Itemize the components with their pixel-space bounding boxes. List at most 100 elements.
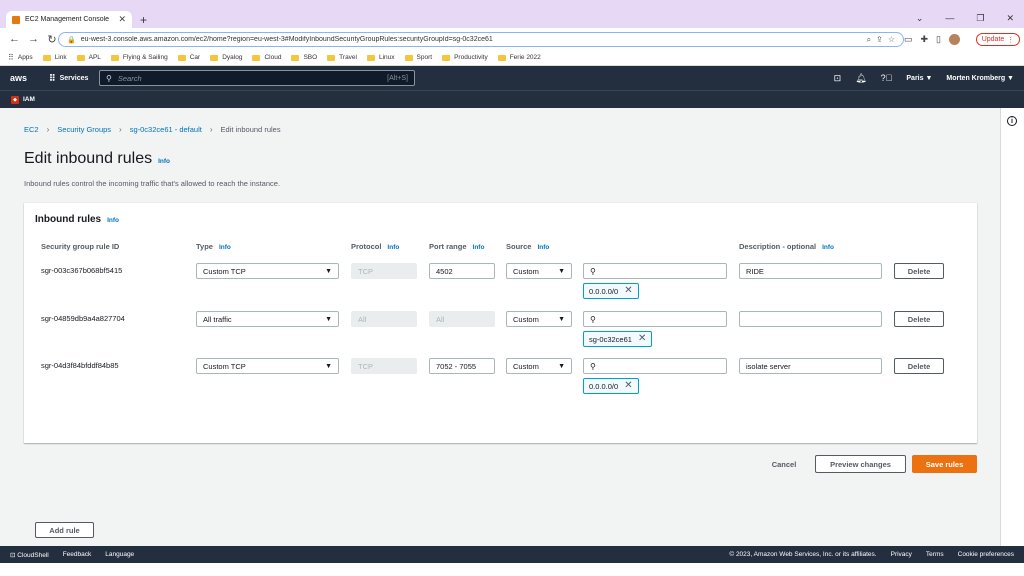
bookmark-folder[interactable]: Car xyxy=(177,54,200,61)
source-info-link[interactable]: Info xyxy=(537,244,549,251)
description-input[interactable] xyxy=(739,311,882,327)
footer-right: © 2023, Amazon Web Services, Inc. or its… xyxy=(729,551,1014,558)
description-input[interactable]: RIDE xyxy=(739,263,882,279)
share-icon[interactable]: ⇪ xyxy=(876,35,883,44)
bookmark-folder[interactable]: Linux xyxy=(367,54,395,61)
back-icon[interactable]: ← xyxy=(9,33,20,45)
cancel-button[interactable]: Cancel xyxy=(762,456,806,472)
breadcrumb-security-groups[interactable]: Security Groups xyxy=(57,125,111,134)
address-bar[interactable]: 🔒 eu-west-3.console.aws.amazon.com/ec2/h… xyxy=(58,32,904,47)
folder-icon xyxy=(177,54,186,61)
remove-token-icon[interactable]: ✕ xyxy=(624,381,632,391)
protocol-value: TCP xyxy=(358,266,373,276)
port-info-link[interactable]: Info xyxy=(473,244,485,251)
preview-changes-button[interactable]: Preview changes xyxy=(815,455,906,473)
terms-link[interactable]: Terms xyxy=(926,551,944,558)
services-menu[interactable]: ⠿ Services xyxy=(49,73,88,84)
profile-avatar[interactable] xyxy=(949,34,960,45)
forward-icon[interactable]: → xyxy=(28,33,39,45)
col-type: Type Info xyxy=(196,242,231,251)
description-input[interactable]: isolate server xyxy=(739,358,882,374)
cloudshell-icon[interactable]: ⊡ xyxy=(834,73,842,84)
aws-favorites-bar: ◆ IAM xyxy=(0,90,1024,108)
aws-search-input[interactable]: ⚲ Search [Alt+S] xyxy=(99,70,415,86)
col-rule-id: Security group rule ID xyxy=(41,242,119,251)
bookmark-folder[interactable]: Cloud xyxy=(252,54,281,61)
type-select[interactable]: All traffic ▼ xyxy=(196,311,339,327)
port-range-input[interactable]: 4502 xyxy=(429,263,495,279)
source-select[interactable]: Custom ▼ xyxy=(506,311,572,327)
source-value: Custom xyxy=(513,314,539,324)
page-info-link[interactable]: Info xyxy=(158,158,170,165)
zoom-icon[interactable]: ⌕ xyxy=(867,35,871,45)
bookmark-folder[interactable]: APL xyxy=(76,54,101,61)
breadcrumb-ec2[interactable]: EC2 xyxy=(24,125,39,134)
bell-icon[interactable]: 🔔︎ xyxy=(855,73,866,84)
type-select[interactable]: Custom TCP ▼ xyxy=(196,263,339,279)
rule-id: sgr-003c367b068bf5415 xyxy=(41,266,123,275)
extension-icon[interactable]: ▭ xyxy=(904,34,913,45)
panel-info-link[interactable]: Info xyxy=(107,217,119,224)
lock-icon[interactable]: 🔒 xyxy=(67,36,76,44)
close-window-icon[interactable]: ✕ xyxy=(1006,13,1014,24)
type-select[interactable]: Custom TCP ▼ xyxy=(196,358,339,374)
save-rules-button[interactable]: Save rules xyxy=(912,455,977,473)
bookmark-apps[interactable]: ⠿ Apps xyxy=(8,53,33,62)
bookmark-folder[interactable]: Productivity xyxy=(442,54,488,61)
type-info-link[interactable]: Info xyxy=(219,244,231,251)
aws-logo[interactable]: aws xyxy=(10,73,27,83)
puzzle-icon[interactable]: ✚ xyxy=(921,34,929,45)
port-range-input: All xyxy=(429,311,495,327)
col-type-label: Type xyxy=(196,242,213,251)
source-select[interactable]: Custom ▼ xyxy=(506,358,572,374)
port-value: 4502 xyxy=(436,266,453,276)
description-info-link[interactable]: Info xyxy=(822,244,834,251)
source-search-input[interactable]: ⚲ xyxy=(583,263,727,279)
source-search-input[interactable]: ⚲ xyxy=(583,311,727,327)
protocol-info-link[interactable]: Info xyxy=(387,244,399,251)
bookmark-label: SBO xyxy=(303,54,318,61)
remove-token-icon[interactable]: ✕ xyxy=(638,334,646,344)
help-icon[interactable]: ?⃝ xyxy=(881,73,893,83)
bookmark-folder[interactable]: Travel xyxy=(327,54,357,61)
new-tab-icon[interactable]: + xyxy=(140,13,147,27)
port-range-input[interactable]: 7052 - 7055 xyxy=(429,358,495,374)
iam-shortcut[interactable]: IAM xyxy=(23,96,35,103)
delete-button[interactable]: Delete xyxy=(894,263,944,279)
bookmark-folder[interactable]: Flying & Sailing xyxy=(110,54,168,61)
save-label: Save rules xyxy=(925,459,964,469)
bookmark-folder[interactable]: Dyalog xyxy=(210,54,242,61)
region-selector[interactable]: Paris ▼ xyxy=(906,75,932,82)
sidepanel-icon[interactable]: ▯ xyxy=(936,34,941,45)
bookmark-star-icon[interactable]: ☆ xyxy=(888,35,895,44)
delete-button[interactable]: Delete xyxy=(894,311,944,327)
url-text[interactable]: eu-west-3.console.aws.amazon.com/ec2/hom… xyxy=(81,36,862,43)
minimize-icon[interactable]: — xyxy=(945,13,954,24)
language-link[interactable]: Language xyxy=(105,551,134,558)
update-button[interactable]: Update ⋮ xyxy=(976,33,1020,46)
remove-token-icon[interactable]: ✕ xyxy=(624,286,632,296)
reload-icon[interactable]: ↻ xyxy=(47,33,57,46)
bookmark-folder[interactable]: Link xyxy=(42,54,67,61)
privacy-link[interactable]: Privacy xyxy=(891,551,912,558)
bookmark-folder[interactable]: Ferie 2022 xyxy=(497,54,541,61)
iam-service-icon[interactable]: ◆ xyxy=(11,95,19,104)
source-select[interactable]: Custom ▼ xyxy=(506,263,572,279)
cookie-preferences-link[interactable]: Cookie preferences xyxy=(958,551,1014,558)
source-search-input[interactable]: ⚲ xyxy=(583,358,727,374)
tab-search-icon[interactable]: ⌄ xyxy=(916,13,924,24)
browser-tab[interactable]: EC2 Management Console ✕ xyxy=(6,11,132,28)
port-value: All xyxy=(436,314,445,324)
info-panel-icon[interactable]: i xyxy=(1007,116,1017,126)
breadcrumb-security-group[interactable]: sg-0c32ce61 - default xyxy=(130,125,202,134)
cloudshell-link[interactable]: ⊡ CloudShell xyxy=(10,551,49,559)
account-menu[interactable]: Morten Kromberg ▼ xyxy=(946,75,1014,82)
delete-button[interactable]: Delete xyxy=(894,358,944,374)
close-tab-icon[interactable]: ✕ xyxy=(118,14,126,25)
bookmark-folder[interactable]: SBO xyxy=(291,54,317,61)
add-rule-button[interactable]: Add rule xyxy=(35,522,94,538)
restore-icon[interactable]: ❐ xyxy=(976,13,984,24)
bookmark-folder[interactable]: Sport xyxy=(404,54,432,61)
grid-icon: ⠿ xyxy=(49,72,56,83)
feedback-link[interactable]: Feedback xyxy=(63,551,92,558)
